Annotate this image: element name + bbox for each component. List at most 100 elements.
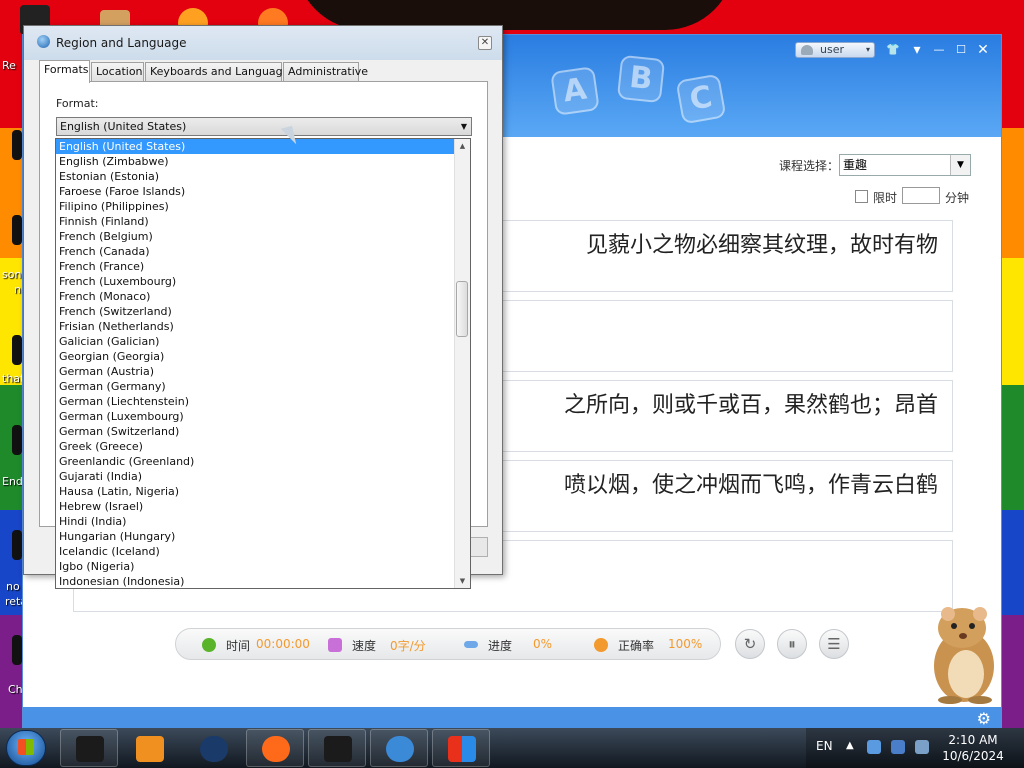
format-option[interactable]: Hindi (India)	[56, 514, 454, 529]
progress-label: 进度	[488, 639, 513, 653]
format-option[interactable]: German (Switzerland)	[56, 424, 454, 439]
user-name: user	[820, 43, 844, 56]
desktop-icon-8[interactable]	[12, 425, 22, 455]
desktop-icon-10[interactable]	[12, 635, 22, 665]
tab-location[interactable]: Location	[91, 62, 144, 82]
format-option[interactable]: German (Germany)	[56, 379, 454, 394]
menu-button[interactable]: ▾	[905, 41, 929, 59]
desktop-label[interactable]: that	[2, 372, 24, 385]
taskbar-app-2[interactable]	[120, 729, 178, 767]
format-option[interactable]: Gujarati (India)	[56, 469, 454, 484]
restart-button[interactable]: ↻	[735, 629, 765, 659]
taskbar-app-4[interactable]	[246, 729, 304, 767]
format-select[interactable]: English (United States) ▼	[56, 117, 472, 136]
volume-icon[interactable]	[915, 740, 929, 754]
system-clock[interactable]: 2:10 AM 10/6/2024	[938, 732, 1008, 764]
skin-button[interactable]: 👕	[881, 41, 905, 59]
desktop-label[interactable]: Re	[2, 59, 16, 72]
format-option[interactable]: English (Zimbabwe)	[56, 154, 454, 169]
format-option[interactable]: English (United States)	[56, 139, 454, 154]
dropdown-scrollbar[interactable]: ▲ ▼	[454, 139, 470, 588]
format-option[interactable]: French (Belgium)	[56, 229, 454, 244]
taskbar-app-5[interactable]	[308, 729, 366, 767]
format-option[interactable]: Icelandic (Iceland)	[56, 544, 454, 559]
time-limit-checkbox[interactable]	[855, 190, 868, 203]
taskbar-app-1[interactable]	[60, 729, 118, 767]
format-option[interactable]: Hungarian (Hungary)	[56, 529, 454, 544]
speed-value: 0字/分	[390, 639, 426, 653]
format-option[interactable]: French (Monaco)	[56, 289, 454, 304]
network-icon[interactable]	[867, 740, 881, 754]
taskbar-app-3[interactable]	[184, 729, 242, 767]
show-hidden-icons[interactable]: ▲	[846, 740, 854, 751]
minimize-button[interactable]: —	[927, 41, 951, 59]
desktop-label[interactable]: n	[14, 283, 21, 296]
desktop-icon-6[interactable]	[12, 215, 22, 245]
desktop-label[interactable]: Ch	[8, 683, 23, 696]
format-option[interactable]: French (France)	[56, 259, 454, 274]
maximize-button[interactable]: ☐	[949, 41, 973, 59]
scroll-up-icon[interactable]: ▲	[455, 139, 470, 153]
taskbar-app-6[interactable]	[370, 729, 428, 767]
gear-icon[interactable]: ⚙	[977, 709, 991, 728]
time-limit-input[interactable]	[902, 187, 940, 204]
format-option[interactable]: Estonian (Estonia)	[56, 169, 454, 184]
scroll-thumb[interactable]	[456, 281, 468, 337]
clock-time: 2:10 AM	[948, 733, 998, 747]
format-option[interactable]: Finnish (Finland)	[56, 214, 454, 229]
start-button[interactable]	[6, 730, 46, 766]
format-dropdown-list[interactable]: English (United States) English (Zimbabwe…	[55, 138, 471, 589]
terminal-icon	[76, 736, 104, 762]
course-value: 重趣	[843, 158, 868, 172]
desktop-icon-9[interactable]	[12, 530, 22, 560]
desktop-icon-5[interactable]	[12, 130, 22, 160]
tab-keyboards-languages[interactable]: Keyboards and Languages	[145, 62, 295, 82]
scroll-down-icon[interactable]: ▼	[455, 574, 470, 588]
close-button[interactable]: ✕	[971, 41, 995, 59]
tab-formats[interactable]: Formats	[39, 60, 90, 83]
format-option[interactable]: Faroese (Faroe Islands)	[56, 184, 454, 199]
format-option[interactable]: Hebrew (Israel)	[56, 499, 454, 514]
format-option[interactable]: Filipino (Philippines)	[56, 199, 454, 214]
format-options: English (United States) English (Zimbabwe…	[56, 139, 470, 588]
taskbar-app-7[interactable]	[432, 729, 490, 767]
pause-button[interactable]: ⏸	[777, 629, 807, 659]
media-player-icon	[136, 736, 164, 762]
tab-administrative[interactable]: Administrative	[283, 62, 368, 82]
desktop-label[interactable]: End	[2, 475, 23, 488]
format-option[interactable]: French (Luxembourg)	[56, 274, 454, 289]
format-option[interactable]: Georgian (Georgia)	[56, 349, 454, 364]
format-label: Format:	[56, 97, 99, 110]
progress-value: 0%	[533, 637, 553, 651]
desktop-label[interactable]: no	[6, 580, 20, 593]
desktop-label[interactable]: son	[2, 268, 21, 281]
format-option[interactable]: Igbo (Nigeria)	[56, 559, 454, 574]
dialog-title-bar[interactable]: Region and Language ✕	[24, 26, 502, 60]
text-line-content: 见藐小之物必细察其纹理，故时有物	[585, 233, 938, 258]
format-option[interactable]: Indonesian (Indonesia)	[56, 574, 454, 588]
format-option[interactable]: German (Luxembourg)	[56, 409, 454, 424]
format-option[interactable]: French (Switzerland)	[56, 304, 454, 319]
globe-app-icon	[200, 736, 228, 762]
format-option[interactable]: German (Liechtenstein)	[56, 394, 454, 409]
speed-icon	[328, 638, 342, 652]
user-menu[interactable]: user ▾	[795, 42, 875, 58]
app-footer: ⚙	[23, 707, 1001, 729]
chevron-down-icon: ▼	[950, 155, 970, 175]
taskbar: EN ▲ 2:10 AM 10/6/2024	[0, 728, 1024, 768]
format-option[interactable]: Frisian (Netherlands)	[56, 319, 454, 334]
course-select[interactable]: 重趣 ▼	[839, 154, 971, 176]
format-option[interactable]: French (Canada)	[56, 244, 454, 259]
format-option[interactable]: Greenlandic (Greenland)	[56, 454, 454, 469]
folder-icon[interactable]	[891, 740, 905, 754]
language-indicator[interactable]: EN	[816, 739, 833, 753]
format-option[interactable]: Greek (Greece)	[56, 439, 454, 454]
format-option[interactable]: Galician (Galician)	[56, 334, 454, 349]
format-option[interactable]: German (Austria)	[56, 364, 454, 379]
close-button[interactable]: ✕	[478, 36, 492, 50]
stats-bar: 时间 00:00:00 速度 0字/分 进度 0% 正确率 100%	[175, 628, 721, 660]
header-letter-a: A	[550, 66, 600, 116]
format-option[interactable]: Hausa (Latin, Nigeria)	[56, 484, 454, 499]
desktop-icon-7[interactable]	[12, 335, 22, 365]
report-button[interactable]: ☰	[819, 629, 849, 659]
